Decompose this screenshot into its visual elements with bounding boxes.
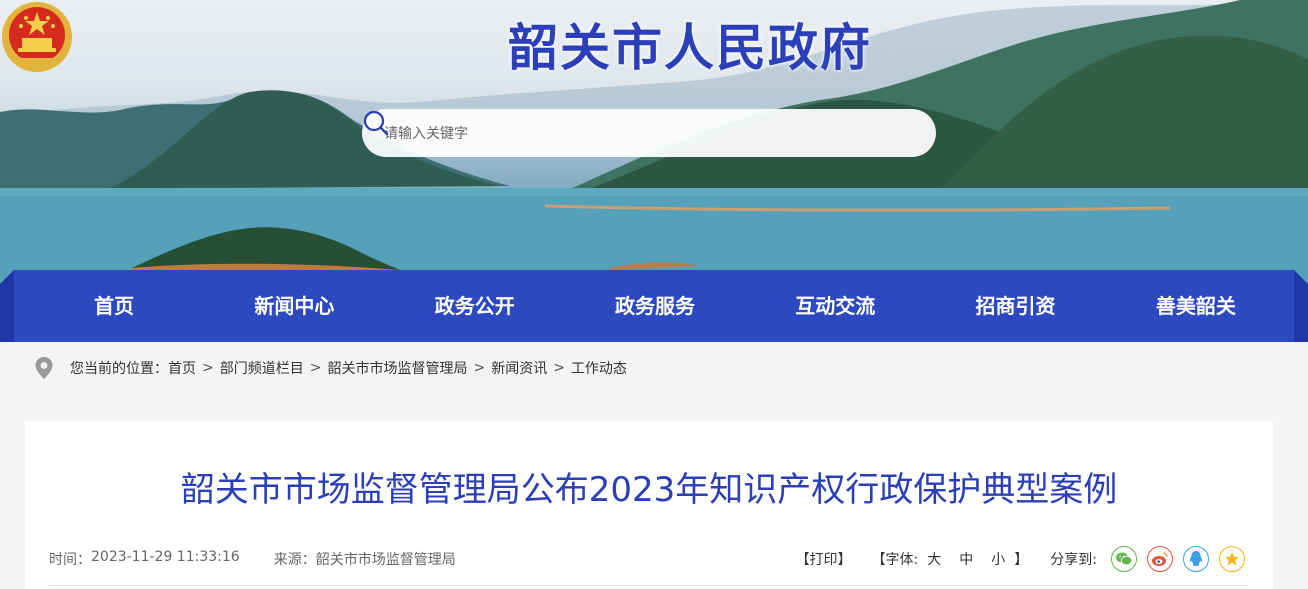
- print-button[interactable]: 【打印】: [796, 549, 852, 569]
- font-size-close: 】: [1014, 552, 1029, 568]
- main-nav: 首页 新闻中心 政务公开 政务服务 互动交流 招商引资 善美韶关: [0, 270, 1308, 342]
- breadcrumb-dept-channels[interactable]: 部门频道栏目: [220, 358, 304, 378]
- nav-item-gov-affairs-open[interactable]: 政务公开: [385, 270, 565, 342]
- location-pin-icon: [35, 357, 53, 379]
- weibo-icon[interactable]: [1147, 546, 1173, 572]
- nav-item-shaoguan[interactable]: 善美韶关: [1106, 270, 1286, 342]
- qzone-icon[interactable]: [1219, 546, 1245, 572]
- qq-icon[interactable]: [1183, 546, 1209, 572]
- search-bar: [362, 109, 936, 159]
- national-emblem-icon: [2, 2, 72, 72]
- qzone-glyph: [1225, 552, 1239, 566]
- source-label: 来源：: [273, 552, 316, 568]
- site-title[interactable]: 韶关市人民政府: [508, 16, 872, 80]
- breadcrumb-news-info[interactable]: 新闻资讯: [491, 358, 547, 378]
- share-label: 分享到:: [1050, 552, 1097, 568]
- breadcrumb: 您当前的位置： 首页 > 部门频道栏目 > 韶关市市场监督管理局 > 新闻资讯 …: [34, 354, 627, 382]
- breadcrumb-work-updates[interactable]: 工作动态: [571, 358, 627, 378]
- font-size-medium[interactable]: 中: [959, 549, 973, 569]
- wechat-glyph: [1116, 552, 1133, 566]
- breadcrumb-separator: >: [473, 360, 486, 376]
- article-card: 韶关市市场监督管理局公布2023年知识产权行政保护典型案例 时间： 2023-1…: [25, 421, 1273, 589]
- font-size-label: 【字体:: [871, 552, 919, 568]
- nav-item-gov-services[interactable]: 政务服务: [565, 270, 745, 342]
- weibo-glyph: [1152, 552, 1168, 566]
- breadcrumb-separator: >: [309, 360, 322, 376]
- article-title: 韶关市市场监督管理局公布2023年知识产权行政保护典型案例: [180, 470, 1118, 510]
- font-size-large[interactable]: 大: [927, 549, 941, 569]
- breadcrumb-market-bureau[interactable]: 韶关市市场监督管理局: [327, 358, 467, 378]
- search-icon[interactable]: [362, 109, 390, 137]
- time-label: 时间：: [49, 552, 91, 568]
- wechat-icon[interactable]: [1111, 546, 1137, 572]
- qq-glyph: [1189, 551, 1203, 566]
- font-size-small[interactable]: 小: [991, 549, 1005, 569]
- nav-item-home[interactable]: 首页: [24, 270, 204, 342]
- breadcrumb-home[interactable]: 首页: [168, 358, 196, 378]
- article-source: 韶关市市场监督管理局: [315, 552, 456, 568]
- search-input[interactable]: [382, 109, 866, 159]
- breadcrumb-separator: >: [202, 360, 214, 376]
- nav-item-investment[interactable]: 招商引资: [925, 270, 1105, 342]
- header-banner: 韶关市人民政府: [0, 0, 1308, 290]
- breadcrumb-prefix: 您当前的位置：: [70, 361, 168, 377]
- publish-time: 2023-11-29 11:33:16: [91, 549, 240, 565]
- nav-item-news[interactable]: 新闻中心: [204, 270, 384, 342]
- meta-divider: [49, 585, 1247, 586]
- breadcrumb-separator: >: [553, 360, 565, 376]
- nav-item-interaction[interactable]: 互动交流: [745, 270, 925, 342]
- article-tools: 【打印】 【字体: 大 中 小 】 分享到:: [796, 546, 1245, 572]
- article-meta: 时间： 2023-11-29 11:33:16 来源： 韶关市市场监督管理局: [49, 549, 456, 569]
